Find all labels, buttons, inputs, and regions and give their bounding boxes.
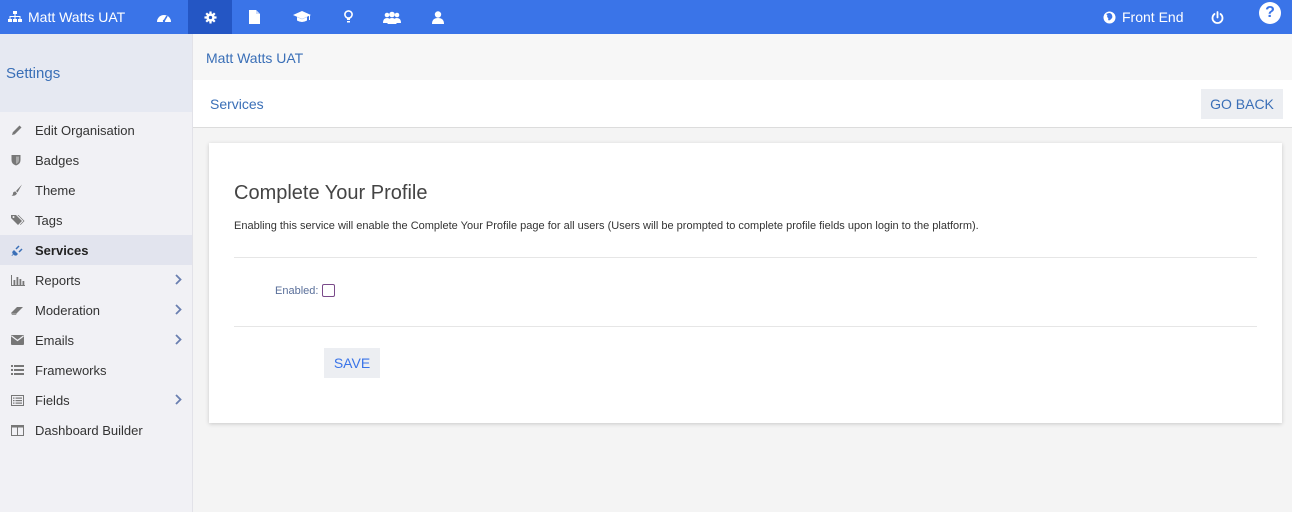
chevron-right-icon	[175, 393, 182, 408]
sidebar-item-label: Theme	[35, 182, 76, 198]
pencil-icon	[11, 124, 27, 136]
service-title: Complete Your Profile	[234, 182, 428, 204]
sidebar-item-label: Tags	[35, 212, 63, 228]
sidebar-item-label: Fields	[35, 392, 70, 408]
graduation-cap-icon	[293, 11, 311, 22]
enabled-checkbox[interactable]	[322, 284, 336, 297]
organisation-name: Matt Watts UAT	[206, 50, 304, 66]
list-alt-icon	[11, 394, 27, 406]
page-header: Services GO BACK	[193, 80, 1292, 128]
save-button[interactable]: SAVE	[324, 348, 380, 378]
sidebar-title: Settings	[0, 34, 192, 112]
shield-icon	[11, 154, 27, 166]
dashboard-icon	[157, 15, 171, 23]
chevron-right-icon	[175, 303, 182, 318]
sidebar-item-label: Frameworks	[35, 362, 107, 378]
sidebar-item-label: Emails	[35, 332, 75, 348]
sidebar-item-dashboard-builder[interactable]: Dashboard Builder	[0, 415, 192, 445]
tags-icon	[11, 214, 27, 226]
divider	[234, 257, 1257, 258]
power-icon	[1211, 10, 1223, 24]
nav-settings[interactable]	[188, 0, 232, 34]
sidebar-item-label: Dashboard Builder	[35, 422, 143, 438]
brand-link[interactable]: Matt Watts UAT	[8, 0, 125, 34]
sidebar-menu: Edit Organisation Badges Theme Tags Serv…	[0, 115, 192, 445]
sidebar-item-label: Services	[35, 242, 89, 258]
help-button[interactable]: ?	[1259, 2, 1281, 24]
chevron-right-icon	[175, 333, 182, 348]
gear-icon	[203, 10, 217, 24]
sidebar-item-moderation[interactable]: Moderation	[0, 295, 192, 325]
sitemap-icon	[8, 11, 22, 22]
nav-pages[interactable]	[232, 0, 276, 34]
envelope-icon	[11, 335, 27, 345]
sidebar-item-edit-organisation[interactable]: Edit Organisation	[0, 115, 192, 145]
nav-groups[interactable]	[370, 0, 414, 34]
list-icon	[11, 365, 27, 375]
settings-sidebar: Settings Edit Organisation Badges Theme …	[0, 34, 193, 512]
chevron-right-icon	[175, 273, 182, 288]
eraser-icon	[11, 305, 27, 316]
users-icon	[383, 11, 401, 24]
file-icon	[248, 10, 260, 24]
question-icon: ?	[1265, 4, 1275, 21]
service-description: Enabling this service will enable the Co…	[234, 220, 979, 232]
divider	[234, 326, 1257, 327]
top-navbar: Matt Watts UAT Front End ?	[0, 0, 1292, 34]
bar-chart-icon	[11, 274, 27, 286]
sidebar-item-badges[interactable]: Badges	[0, 145, 192, 175]
sidebar-item-frameworks[interactable]: Frameworks	[0, 355, 192, 385]
lightbulb-icon	[343, 10, 353, 23]
sidebar-item-tags[interactable]: Tags	[0, 205, 192, 235]
nav-dashboard[interactable]	[142, 0, 186, 34]
front-end-label: Front End	[1122, 9, 1184, 25]
sidebar-item-label: Edit Organisation	[35, 122, 135, 138]
go-back-button[interactable]: GO BACK	[1201, 89, 1283, 119]
logout-button[interactable]	[1209, 0, 1225, 34]
enabled-label: Enabled:	[275, 284, 319, 297]
sidebar-item-label: Badges	[35, 152, 80, 168]
brand-name: Matt Watts UAT	[28, 9, 126, 25]
sidebar-item-reports[interactable]: Reports	[0, 265, 192, 295]
nav-profile[interactable]	[416, 0, 460, 34]
page-title: Services	[210, 96, 264, 112]
sidebar-item-services[interactable]: Services	[0, 235, 192, 265]
sidebar-item-emails[interactable]: Emails	[0, 325, 192, 355]
plug-icon	[11, 244, 27, 257]
sidebar-item-label: Moderation	[35, 302, 101, 318]
brush-icon	[11, 184, 27, 196]
sidebar-item-label: Reports	[35, 272, 81, 288]
globe-icon	[1103, 11, 1116, 23]
front-end-link[interactable]: Front End	[1103, 0, 1183, 34]
user-icon	[432, 10, 444, 24]
sidebar-item-fields[interactable]: Fields	[0, 385, 192, 415]
enabled-field: Enabled:	[275, 284, 336, 297]
organisation-bar: Matt Watts UAT	[193, 34, 1292, 80]
nav-learning[interactable]	[280, 0, 324, 34]
columns-icon	[11, 424, 27, 436]
sidebar-item-theme[interactable]: Theme	[0, 175, 192, 205]
service-card: Complete Your Profile Enabling this serv…	[209, 143, 1282, 423]
nav-ideas[interactable]	[326, 0, 370, 34]
